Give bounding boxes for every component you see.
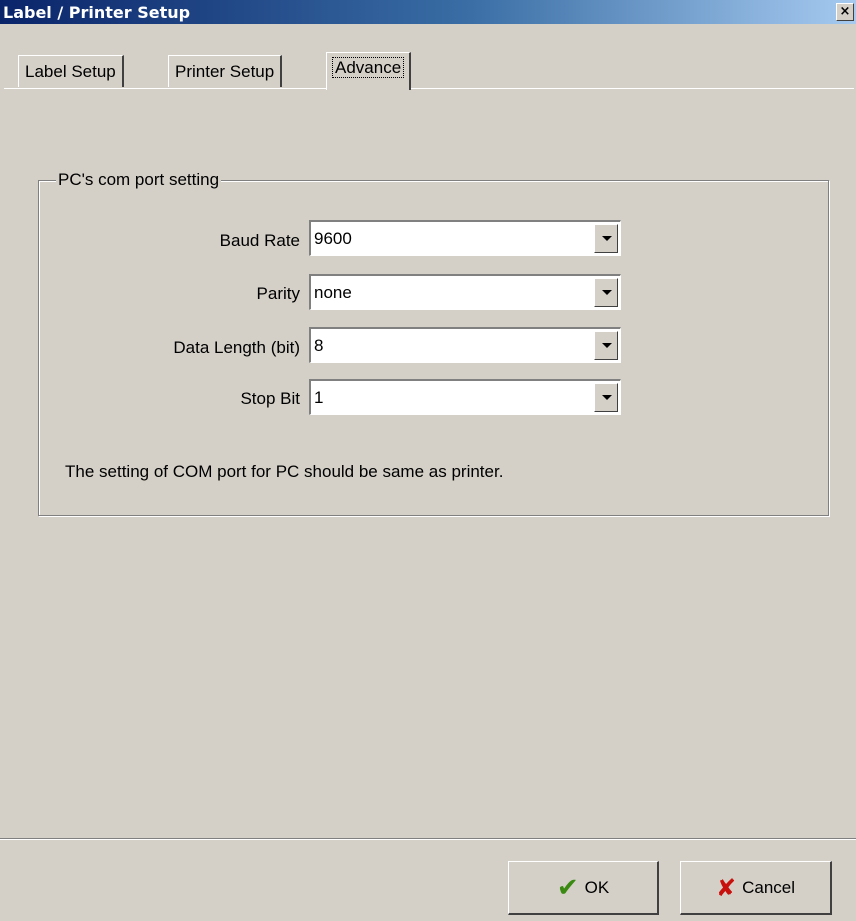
tab-panel-border (4, 88, 854, 89)
data-length-value: 8 (314, 336, 324, 355)
tab-label-setup[interactable]: Label Setup (18, 55, 124, 87)
parity-value: none (314, 283, 352, 302)
footer-divider (0, 838, 856, 840)
cancel-button[interactable]: ✘ Cancel (680, 861, 832, 915)
tab-label: Advance (332, 57, 405, 78)
close-icon: × (839, 4, 851, 19)
dropdown-arrow-icon[interactable] (594, 383, 618, 412)
close-button[interactable]: × (836, 3, 854, 21)
baud-rate-select[interactable]: 9600 (309, 220, 621, 256)
stop-bit-label: Stop Bit (240, 389, 300, 408)
tab-label: Printer Setup (175, 62, 275, 81)
parity-select[interactable]: none (309, 274, 621, 310)
cancel-label: Cancel (742, 877, 796, 897)
checkmark-icon: ✔ (556, 872, 579, 903)
x-icon: ✘ (715, 873, 737, 902)
baud-rate-value: 9600 (314, 229, 352, 248)
tab-label: Label Setup (25, 62, 116, 81)
tab-printer-setup[interactable]: Printer Setup (168, 55, 283, 87)
parity-label: Parity (256, 284, 300, 303)
window-title: Label / Printer Setup (3, 3, 191, 22)
tab-advance[interactable]: Advance (326, 52, 412, 90)
baud-rate-label: Baud Rate (219, 231, 300, 250)
window-title-bar[interactable]: Label / Printer Setup × (0, 0, 856, 24)
dropdown-arrow-icon[interactable] (594, 224, 618, 253)
stop-bit-value: 1 (314, 388, 324, 407)
data-length-select[interactable]: 8 (309, 327, 621, 363)
stop-bit-select[interactable]: 1 (309, 379, 621, 415)
dropdown-arrow-icon[interactable] (594, 331, 618, 360)
ok-button[interactable]: ✔ OK (508, 861, 659, 915)
com-port-note: The setting of COM port for PC should be… (65, 462, 504, 481)
groupbox-title: PC's com port setting (56, 170, 222, 190)
data-length-label: Data Length (bit) (173, 338, 300, 357)
ok-label: OK (584, 877, 610, 897)
dropdown-arrow-icon[interactable] (594, 278, 618, 307)
